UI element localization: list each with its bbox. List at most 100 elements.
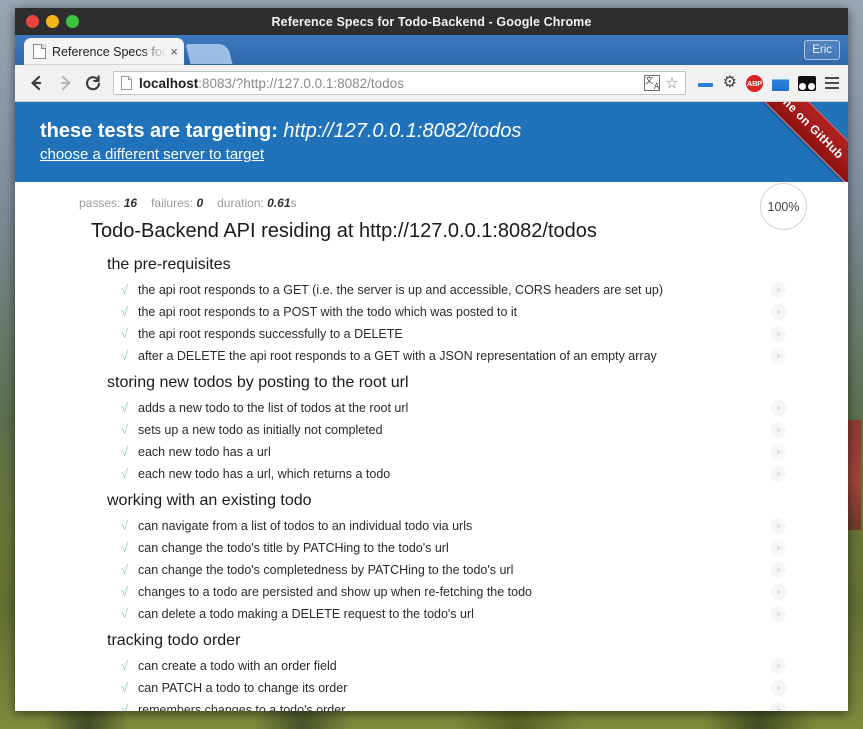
duration-stat: duration: 0.61s [217, 196, 296, 210]
test-title: after a DELETE the api root responds to … [138, 349, 657, 363]
replay-test-icon[interactable] [770, 282, 786, 298]
replay-test-icon[interactable] [770, 326, 786, 342]
suite-title: the pre-requisites [107, 256, 231, 273]
adblock-plus-icon[interactable]: ABP [746, 74, 763, 92]
minimize-window-button[interactable] [46, 15, 59, 28]
translate-icon[interactable] [644, 75, 661, 91]
test-item[interactable]: √ changes to a todo are persisted and sho… [15, 581, 848, 603]
test-item[interactable]: √ the api root responds to a GET (i.e. th… [15, 279, 848, 301]
test-item[interactable]: √ can PATCH a todo to change its order [15, 677, 848, 699]
checkmark-icon: √ [121, 702, 129, 711]
close-tab-icon[interactable]: × [170, 45, 178, 58]
checkmark-icon: √ [121, 304, 129, 319]
checkmark-icon: √ [121, 606, 129, 621]
replay-test-icon[interactable] [770, 680, 786, 696]
tab-strip: Reference Specs for × Eric [15, 35, 848, 65]
root-suite-title: Todo-Backend API residing at http://127.… [91, 220, 597, 242]
test-item[interactable]: √ remembers changes to a todo's order [15, 699, 848, 711]
test-list: √ can navigate from a list of todos to an… [15, 515, 848, 625]
forward-button[interactable] [52, 70, 78, 96]
test-item[interactable]: √ can delete a todo making a DELETE reque… [15, 603, 848, 625]
test-item[interactable]: √ after a DELETE the api root responds to… [15, 345, 848, 367]
test-item[interactable]: √ can create a todo with an order field [15, 655, 848, 677]
underline-extension-icon[interactable] [697, 76, 714, 90]
toolbar-extensions: ⚙ ABP [697, 74, 839, 92]
test-title: the api root responds to a GET (i.e. the… [138, 283, 664, 297]
test-item[interactable]: √ each new todo has a url, which returns … [15, 463, 848, 485]
test-title: can change the todo's completedness by P… [138, 563, 514, 577]
replay-test-icon[interactable] [770, 348, 786, 364]
checkmark-icon: √ [121, 466, 129, 481]
replay-test-icon[interactable] [770, 658, 786, 674]
checkmark-icon: √ [121, 518, 129, 533]
page-info-icon[interactable] [121, 76, 132, 90]
test-item[interactable]: √ can change the todo's completedness by … [15, 559, 848, 581]
maximize-window-button[interactable] [66, 15, 79, 28]
test-item[interactable]: √ sets up a new todo as initially not com… [15, 419, 848, 441]
tab-title: Reference Specs for [52, 44, 166, 59]
profile-button[interactable]: Eric [804, 40, 840, 60]
test-stats: passes: 16 failures: 0 duration: 0.61s 100… [15, 182, 848, 230]
replay-test-icon[interactable] [770, 702, 786, 711]
checkmark-icon: √ [121, 540, 129, 555]
replay-test-icon[interactable] [770, 540, 786, 556]
test-title: can navigate from a list of todos to an … [138, 519, 473, 533]
checkmark-icon: √ [121, 562, 129, 577]
checkmark-icon: √ [121, 400, 129, 415]
chrome-menu-icon[interactable] [825, 77, 839, 89]
test-item[interactable]: √ adds a new todo to the list of todos at… [15, 397, 848, 419]
passes-value: 16 [123, 196, 138, 210]
suite-title: storing new todos by posting to the root… [107, 374, 409, 391]
browser-toolbar: localhost:8083/?http://127.0.0.1:8082/to… [15, 65, 848, 102]
back-button[interactable] [24, 70, 50, 96]
bookmark-star-icon[interactable]: ☆ [665, 76, 678, 91]
browser-tab-active[interactable]: Reference Specs for × [24, 38, 184, 65]
url-host: localhost [139, 75, 199, 91]
test-report: Todo-Backend API residing at http://127.… [15, 210, 848, 711]
test-item[interactable]: √ can navigate from a list of todos to an… [15, 515, 848, 537]
test-title: the api root responds to a POST with the… [138, 305, 518, 319]
replay-test-icon[interactable] [770, 562, 786, 578]
new-tab-button[interactable] [185, 44, 233, 64]
test-item[interactable]: √ can change the todo's title by PATCHing… [15, 537, 848, 559]
failures-value: 0 [196, 196, 204, 210]
target-banner: these tests are targeting: http://127.0.… [15, 102, 848, 182]
reload-button[interactable] [80, 70, 106, 96]
test-list: √ the api root responds to a GET (i.e. th… [15, 279, 848, 367]
test-list: √ adds a new todo to the list of todos at… [15, 397, 848, 485]
test-title: each new todo has a url [138, 445, 271, 459]
test-item[interactable]: √ the api root responds successfully to a… [15, 323, 848, 345]
panda-extension-icon[interactable] [798, 75, 816, 91]
replay-test-icon[interactable] [770, 444, 786, 460]
blue-square-extension-icon[interactable] [772, 75, 789, 91]
failures-stat: failures: 0 [151, 196, 203, 210]
window-title: Reference Specs for Todo-Backend - Googl… [271, 14, 592, 29]
duration-value: 0.61 [267, 196, 291, 210]
replay-test-icon[interactable] [770, 584, 786, 600]
page-content: these tests are targeting: http://127.0.… [15, 102, 848, 711]
test-item[interactable]: √ the api root responds to a POST with th… [15, 301, 848, 323]
failures-label: failures: [151, 196, 194, 210]
test-title: changes to a todo are persisted and show… [138, 585, 533, 599]
gear-icon[interactable]: ⚙ [723, 75, 737, 91]
omnibox-actions: ☆ [644, 75, 680, 91]
close-window-button[interactable] [26, 15, 39, 28]
replay-test-icon[interactable] [770, 606, 786, 622]
test-title: sets up a new todo as initially not comp… [138, 423, 383, 437]
replay-test-icon[interactable] [770, 422, 786, 438]
suite-list: the pre-requisites √ the api root responds… [15, 249, 848, 711]
arrow-right-icon [61, 76, 71, 90]
window-controls [26, 15, 79, 28]
address-bar[interactable]: localhost:8083/?http://127.0.0.1:8082/to… [113, 71, 686, 95]
banner-target-url: http://127.0.0.1:8082/todos [283, 120, 522, 142]
choose-server-link[interactable]: choose a different server to target [40, 146, 264, 163]
replay-test-icon[interactable] [770, 400, 786, 416]
replay-test-icon[interactable] [770, 466, 786, 482]
checkmark-icon: √ [121, 584, 129, 599]
replay-test-icon[interactable] [770, 518, 786, 534]
test-title: each new todo has a url, which returns a… [138, 467, 391, 481]
test-item[interactable]: √ each new todo has a url [15, 441, 848, 463]
replay-test-icon[interactable] [770, 304, 786, 320]
page-icon [33, 44, 46, 59]
address-bar-url: localhost:8083/?http://127.0.0.1:8082/to… [139, 76, 644, 91]
